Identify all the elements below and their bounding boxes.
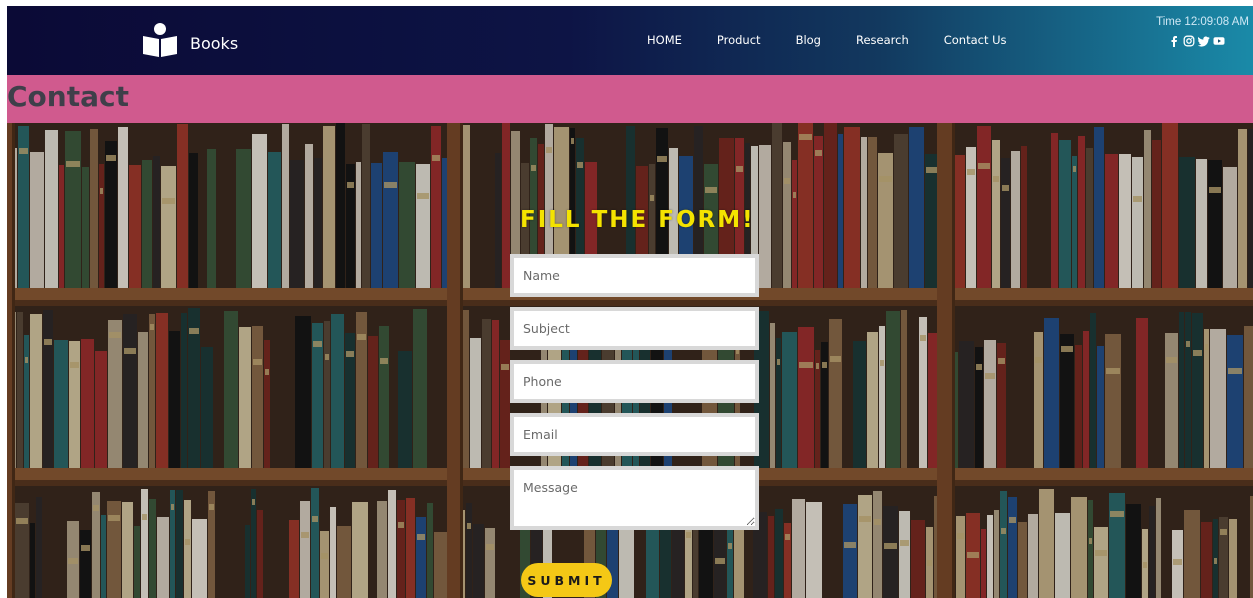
nav-link-product[interactable]: Product	[717, 33, 761, 47]
book-reader-icon	[143, 23, 177, 57]
clock-text: Time 12:09:08 AM	[1156, 16, 1249, 28]
social-links	[1156, 32, 1225, 47]
page-title: Contact	[7, 80, 129, 113]
facebook-icon[interactable]	[1168, 32, 1180, 47]
twitter-icon[interactable]	[1197, 32, 1210, 47]
youtube-icon[interactable]	[1213, 32, 1225, 45]
brand-name: Books	[190, 33, 239, 53]
phone-input[interactable]	[510, 360, 759, 403]
name-input[interactable]	[510, 254, 759, 297]
page-header-band: Contact	[7, 75, 1253, 123]
nav-links: HOME Product Blog Research Contact Us	[647, 33, 1042, 47]
form-title: FILL THE FORM!	[520, 207, 755, 233]
submit-button[interactable]: SUBMIT	[521, 563, 612, 597]
message-textarea[interactable]	[510, 466, 759, 530]
nav-link-home[interactable]: HOME	[647, 33, 682, 47]
nav-link-contact-us[interactable]: Contact Us	[944, 33, 1007, 47]
top-nav: Books HOME Product Blog Research Contact…	[7, 6, 1253, 75]
contact-page: Books HOME Product Blog Research Contact…	[0, 0, 1253, 598]
nav-right: Time 12:09:08 AM	[1156, 16, 1249, 47]
instagram-icon[interactable]	[1183, 32, 1195, 47]
subject-input[interactable]	[510, 307, 759, 350]
email-input[interactable]	[510, 413, 759, 456]
nav-link-research[interactable]: Research	[856, 33, 909, 47]
nav-link-blog[interactable]: Blog	[796, 33, 821, 47]
brand[interactable]: Books	[140, 22, 238, 58]
